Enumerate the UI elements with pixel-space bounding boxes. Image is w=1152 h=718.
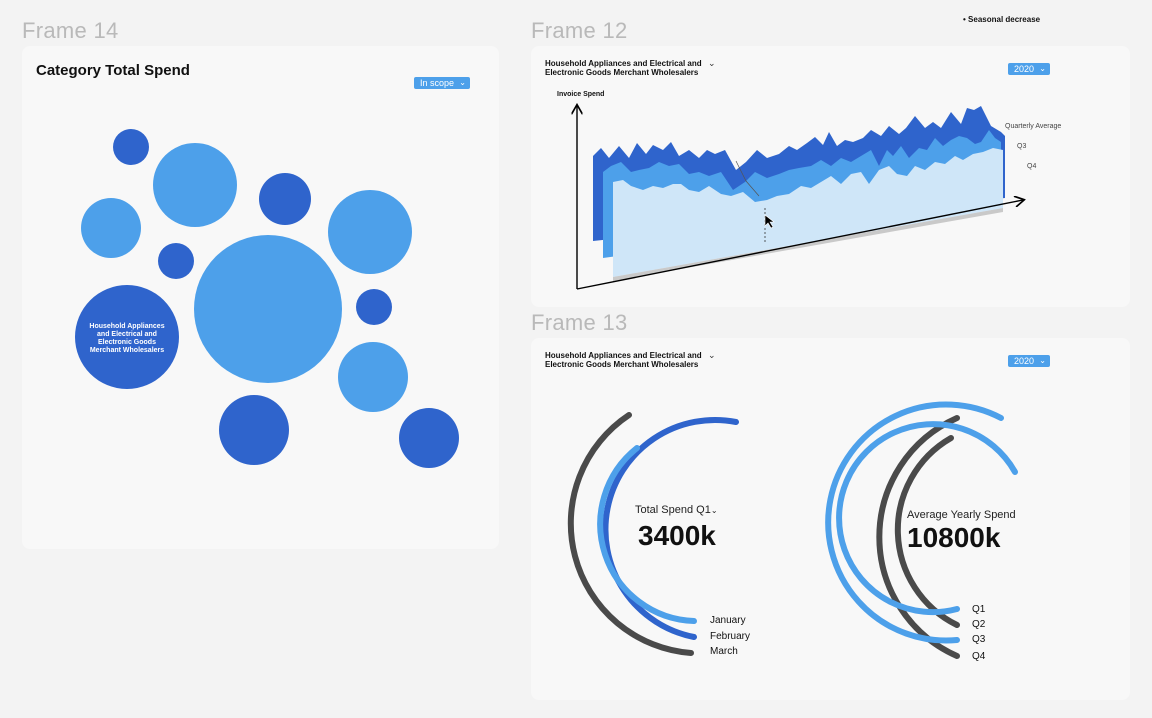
- legend-q2: Q2: [972, 619, 986, 630]
- area-chart: [531, 46, 1130, 290]
- bubble-chart: [75, 129, 459, 468]
- frame-13-label: Frame 13: [531, 310, 628, 335]
- bubble-highlight-label: Household Appliances and Electrical and …: [89, 323, 165, 354]
- tooltip-text: Seasonal decrease: [968, 15, 1041, 24]
- frame-14-label: Frame 14: [22, 18, 119, 43]
- bubble[interactable]: [219, 395, 289, 465]
- bubble-largest[interactable]: [194, 235, 342, 383]
- bubble[interactable]: [81, 198, 141, 258]
- chevron-down-icon: ⌄: [710, 506, 718, 515]
- area-card: Household Appliances and Electrical and …: [531, 46, 1130, 307]
- bubble[interactable]: [113, 129, 149, 165]
- bubble[interactable]: [356, 289, 392, 325]
- bubble[interactable]: [328, 190, 412, 274]
- bubble[interactable]: [399, 408, 459, 468]
- legend-q4: Q4: [972, 651, 986, 662]
- bubble-card: Category Total Spend In scope ⌄ Househol…: [22, 46, 499, 549]
- frame-12-label: Frame 12: [531, 18, 628, 43]
- radial-charts: [567, 401, 1018, 659]
- legend-january: January: [710, 615, 746, 626]
- avg-yearly-label: Average Yearly Spend: [907, 509, 1016, 521]
- bubble[interactable]: [153, 143, 237, 227]
- avg-yearly-value: 10800k: [907, 522, 1001, 553]
- total-spend-label[interactable]: Total Spend Q1⌄: [635, 504, 718, 516]
- radial-card: Household Appliances and Electrical and …: [531, 338, 1130, 700]
- bubble[interactable]: [158, 243, 194, 279]
- legend-q1: Q1: [972, 604, 986, 615]
- seasonal-tooltip: • Seasonal decrease: [963, 15, 1040, 24]
- legend-march: March: [710, 646, 738, 657]
- total-spend-value: 3400k: [638, 520, 716, 551]
- bubble[interactable]: [338, 342, 408, 412]
- total-spend-label-text: Total Spend Q1: [635, 504, 711, 516]
- bubble[interactable]: [259, 173, 311, 225]
- legend-february: February: [710, 631, 751, 642]
- bullet-icon: •: [963, 15, 966, 24]
- legend-q3: Q3: [972, 634, 986, 645]
